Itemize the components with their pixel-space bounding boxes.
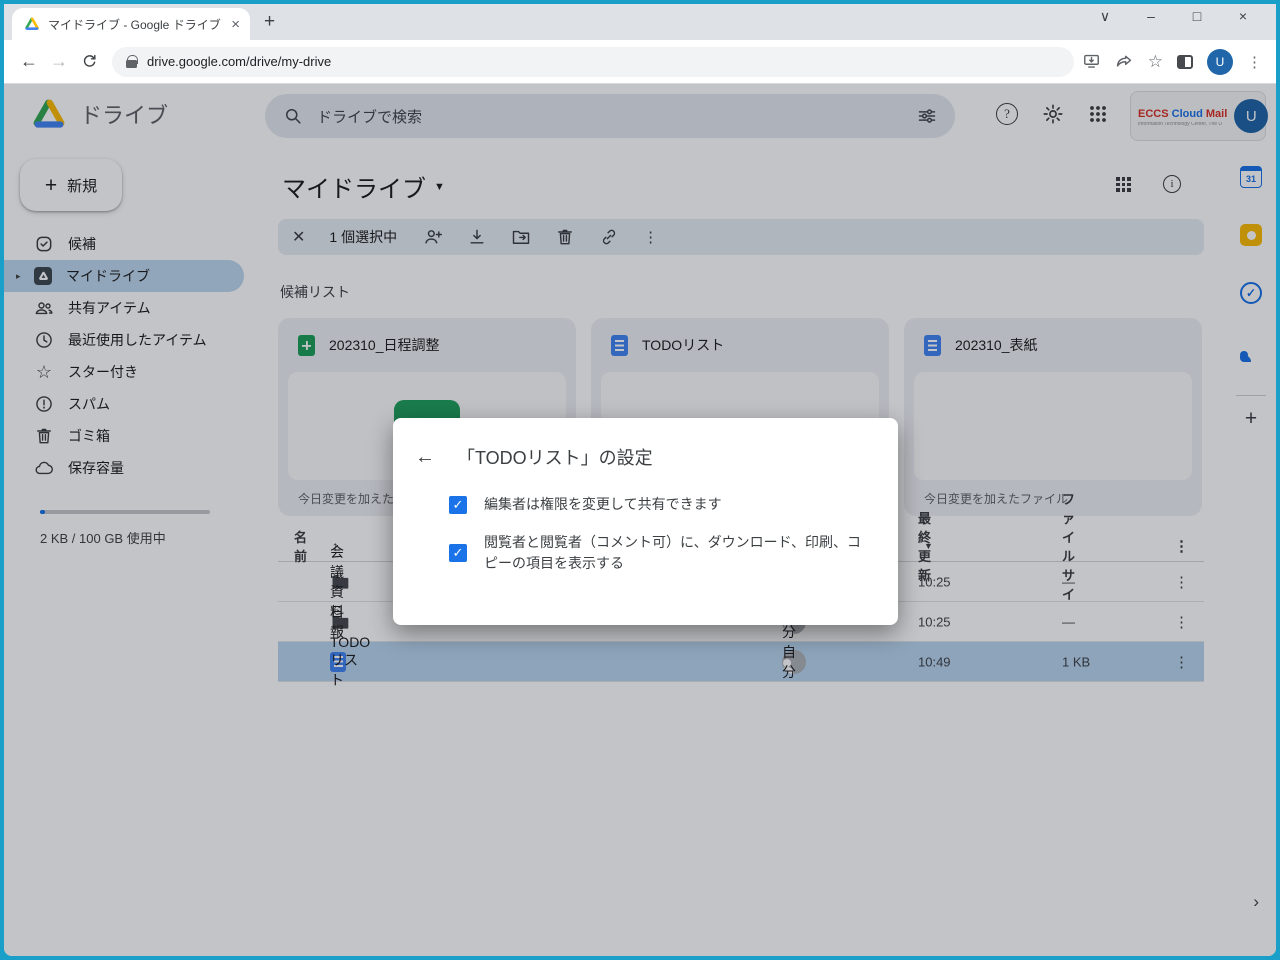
dialog-title: 「TODOリスト」の設定 xyxy=(457,444,653,470)
browser-avatar[interactable]: U xyxy=(1207,49,1233,75)
tab-strip: マイドライブ - Google ドライブ × + ∨ – □ × xyxy=(4,4,1276,40)
lock-icon[interactable] xyxy=(126,55,137,68)
viewers-download-option[interactable]: ✓ 閲覧者と閲覧者（コメント可）に、ダウンロード、印刷、コピーの項目を表示する xyxy=(449,532,898,574)
reload-button[interactable] xyxy=(74,47,104,77)
close-window-button[interactable]: × xyxy=(1220,8,1266,25)
screen-share-frame: マイドライブ - Google ドライブ × + ∨ – □ × ← → dri… xyxy=(0,0,1280,960)
new-tab-button[interactable]: + xyxy=(264,12,275,31)
drive-page: ドライブ ドライブで検索 ? ECCS Cloud Mail xyxy=(4,84,1276,956)
url-bar[interactable]: drive.google.com/drive/my-drive xyxy=(112,47,1074,77)
bookmark-star-icon[interactable]: ☆ xyxy=(1148,52,1163,72)
checkbox-checked-icon[interactable]: ✓ xyxy=(449,496,467,514)
maximize-button[interactable]: □ xyxy=(1174,8,1220,25)
side-panel-icon[interactable] xyxy=(1177,55,1193,69)
tab-search-icon[interactable]: ∨ xyxy=(1082,8,1128,25)
drive-favicon xyxy=(24,16,40,32)
back-arrow-icon[interactable]: ← xyxy=(415,446,435,469)
editors-permission-option[interactable]: ✓ 編集者は権限を変更して共有できます xyxy=(449,494,898,515)
browser-window: マイドライブ - Google ドライブ × + ∨ – □ × ← → dri… xyxy=(4,4,1276,956)
browser-tab[interactable]: マイドライブ - Google ドライブ × xyxy=(12,8,250,40)
tab-title: マイドライブ - Google ドライブ xyxy=(48,16,221,33)
url-text: drive.google.com/drive/my-drive xyxy=(147,54,331,69)
share-icon[interactable] xyxy=(1115,52,1134,71)
minimize-button[interactable]: – xyxy=(1128,8,1174,25)
back-button[interactable]: ← xyxy=(14,47,44,77)
browser-toolbar: ← → drive.google.com/drive/my-drive ☆ U … xyxy=(4,40,1276,84)
forward-button[interactable]: → xyxy=(44,47,74,77)
share-settings-dialog: ← 「TODOリスト」の設定 ✓ 編集者は権限を変更して共有できます ✓ 閲覧者… xyxy=(393,418,898,625)
checkbox-checked-icon[interactable]: ✓ xyxy=(449,544,467,562)
browser-menu-icon[interactable]: ⋮ xyxy=(1247,53,1262,71)
tab-close-icon[interactable]: × xyxy=(229,17,242,32)
install-icon[interactable] xyxy=(1082,52,1101,71)
